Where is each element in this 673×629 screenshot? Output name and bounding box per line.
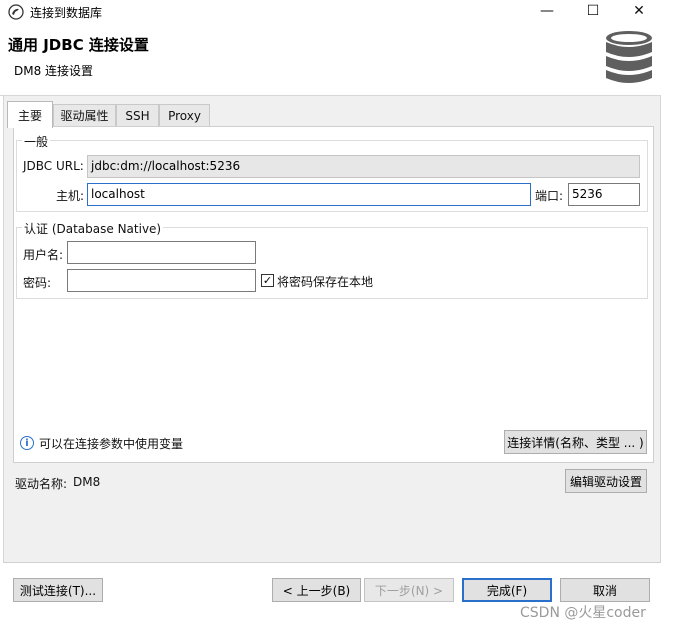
- driver-name-label: 驱动名称:: [15, 477, 68, 491]
- port-input[interactable]: 5236: [568, 183, 640, 206]
- close-window-button[interactable]: ✕: [616, 0, 662, 22]
- tab-ssh[interactable]: SSH: [116, 104, 159, 126]
- driver-name-value: DM8: [73, 475, 101, 489]
- app-icon: [8, 4, 24, 20]
- edit-driver-button[interactable]: 编辑驱动设置: [565, 469, 647, 493]
- save-password-label: 将密码保存在本地: [277, 275, 374, 289]
- page-subtitle: DM8 连接设置: [14, 64, 94, 78]
- test-connection-button[interactable]: 测试连接(T)...: [13, 578, 103, 602]
- auth-group-label: 认证 (Database Native): [22, 220, 164, 237]
- username-input[interactable]: [67, 241, 256, 264]
- next-button[interactable]: 下一步(N) >: [364, 578, 454, 602]
- finish-button[interactable]: 完成(F): [462, 578, 552, 602]
- minimize-icon: —: [540, 3, 554, 19]
- connection-details-button[interactable]: 连接详情(名称、类型 ... ): [504, 430, 647, 454]
- minimize-button[interactable]: —: [524, 0, 570, 22]
- host-input[interactable]: localhost: [87, 183, 531, 206]
- host-label: 主机:: [56, 189, 85, 203]
- window-edge: [661, 0, 673, 629]
- tab-main[interactable]: 主要: [7, 101, 53, 128]
- password-label: 密码:: [23, 276, 52, 290]
- save-password-checkbox[interactable]: ✓: [261, 274, 274, 287]
- page-title: 通用 JDBC 连接设置: [8, 36, 149, 54]
- port-label: 端口:: [535, 189, 564, 203]
- maximize-icon: ☐: [586, 3, 600, 19]
- checkmark-icon: ✓: [262, 274, 273, 287]
- back-button[interactable]: < 上一步(B): [272, 578, 361, 602]
- cancel-button[interactable]: 取消: [560, 578, 650, 602]
- watermark: CSDN @火星coder: [520, 605, 646, 621]
- password-input[interactable]: [67, 269, 256, 292]
- jdbc-url-label: JDBC URL:: [23, 159, 84, 173]
- footer-divider: [3, 562, 661, 563]
- maximize-button[interactable]: ☐: [570, 0, 616, 22]
- close-icon: ✕: [633, 3, 645, 19]
- general-group-label: 一般: [22, 133, 51, 150]
- username-label: 用户名:: [23, 248, 64, 262]
- info-icon: i: [20, 436, 34, 450]
- tab-proxy[interactable]: Proxy: [159, 104, 210, 126]
- jdbc-url-field[interactable]: jdbc:dm://localhost:5236: [87, 155, 640, 178]
- variables-hint: 可以在连接参数中使用变量: [39, 437, 184, 451]
- window-title: 连接到数据库: [30, 6, 103, 20]
- tab-driver-properties[interactable]: 驱动属性: [53, 104, 116, 126]
- database-icon: [606, 31, 652, 83]
